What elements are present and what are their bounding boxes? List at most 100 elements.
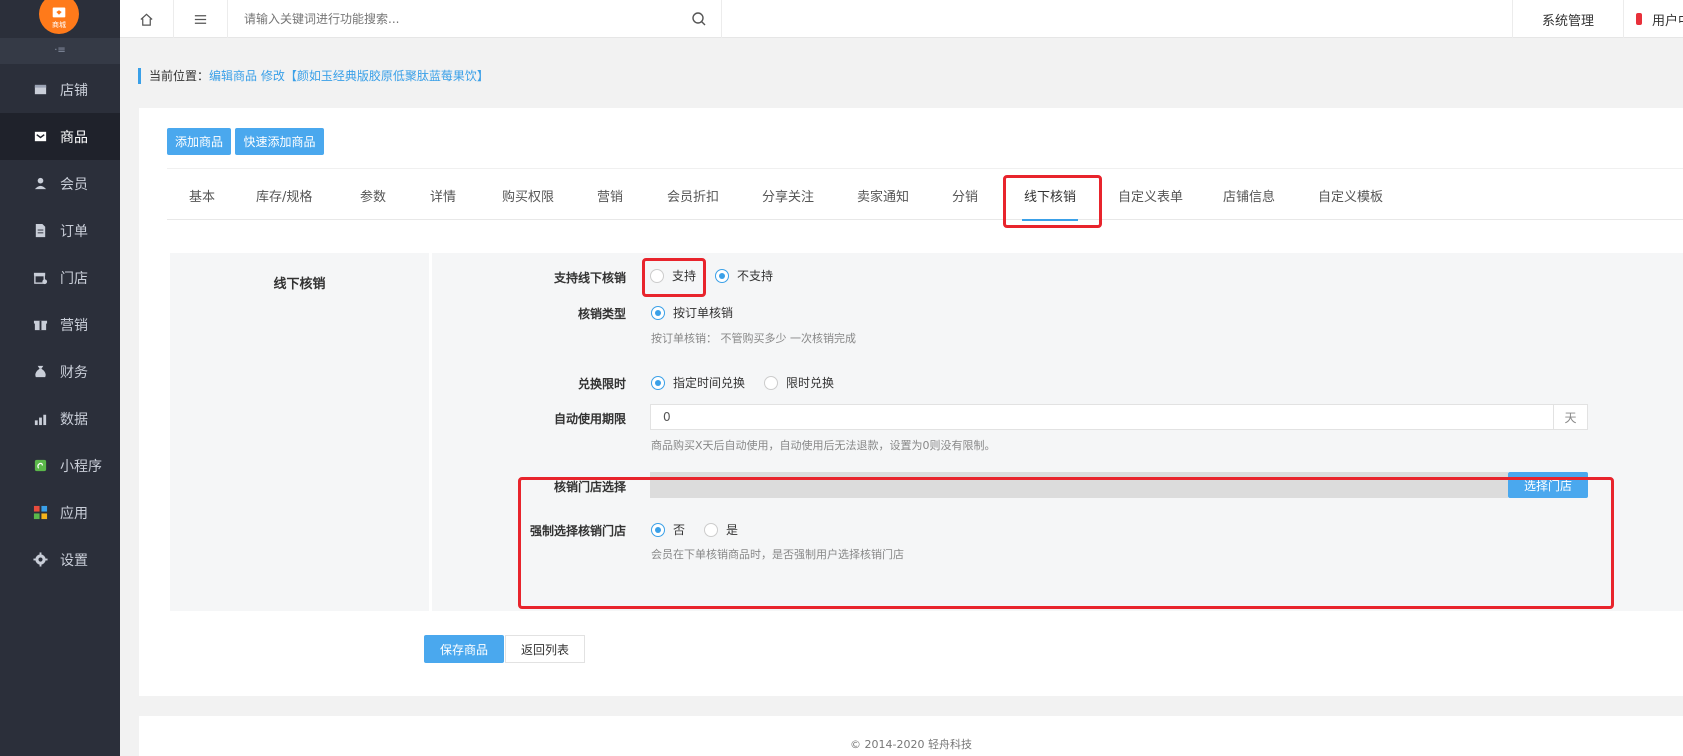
auto-use-input-group: 天 bbox=[650, 404, 1588, 430]
exchange-limited-time-radio[interactable]: 限时兑换 bbox=[764, 374, 834, 391]
quick-add-product-button[interactable]: 快速添加商品 bbox=[235, 128, 324, 155]
sidebar-item-label: 营销 bbox=[60, 317, 88, 334]
tab-bar: 基本 库存/规格 参数 详情 购买权限 营销 会员折扣 分享关注 卖家通知 分销… bbox=[167, 168, 1683, 221]
logo-text: 商城 bbox=[52, 21, 66, 29]
verify-by-order-radio[interactable]: 按订单核销 bbox=[651, 304, 733, 321]
sidebar-item-member[interactable]: 会员 bbox=[0, 160, 120, 207]
store-logo-icon bbox=[52, 7, 66, 18]
sidebar-item-label: 应用 bbox=[60, 505, 88, 522]
search-input[interactable] bbox=[228, 0, 668, 38]
sidebar-item-data[interactable]: 数据 bbox=[0, 395, 120, 442]
hamburger-icon bbox=[194, 14, 207, 24]
system-management-button[interactable]: 系统管理 bbox=[1512, 0, 1624, 38]
user-center-label: 用户中心 bbox=[1651, 13, 1683, 29]
tab-params[interactable]: 参数 bbox=[360, 169, 386, 221]
sidebar-fold-toggle[interactable]: ·≡ bbox=[0, 38, 120, 64]
apps-icon bbox=[32, 505, 48, 521]
tab-distribution[interactable]: 分销 bbox=[952, 169, 978, 221]
radio-label: 否 bbox=[673, 523, 686, 537]
tab-purchase-permission[interactable]: 购买权限 bbox=[502, 169, 554, 221]
sidebar-item-finance[interactable]: 财务 bbox=[0, 348, 120, 395]
support-label: 支持线下核销 bbox=[553, 271, 626, 285]
home-button[interactable] bbox=[120, 0, 174, 38]
store-select-field[interactable] bbox=[650, 472, 1508, 498]
store-icon bbox=[32, 82, 48, 98]
support-no-radio[interactable]: 不支持 bbox=[715, 267, 773, 284]
user-center-button[interactable]: 用户中心 bbox=[1624, 0, 1683, 38]
radio-label: 限时兑换 bbox=[786, 376, 835, 390]
sidebar-item-store[interactable]: 店铺 bbox=[0, 66, 120, 113]
sidebar-item-marketing[interactable]: 营销 bbox=[0, 301, 120, 348]
add-product-button[interactable]: 添加商品 bbox=[167, 128, 231, 155]
auto-use-days-input[interactable] bbox=[651, 405, 1553, 429]
radio-circle bbox=[715, 268, 729, 283]
tab-seller-notice[interactable]: 卖家通知 bbox=[857, 169, 909, 221]
gift-icon bbox=[32, 317, 48, 333]
radio-label: 是 bbox=[726, 523, 739, 537]
auto-use-label: 自动使用期限 bbox=[553, 412, 626, 426]
tab-member-discount[interactable]: 会员折扣 bbox=[667, 169, 719, 221]
tab-stock-spec[interactable]: 库存/规格 bbox=[256, 169, 312, 221]
sidebar-item-label: 店铺 bbox=[60, 82, 88, 99]
breadcrumb: 当前位置：编辑商品 修改【颜如玉经典版胶原低聚肽蓝莓果饮】 bbox=[138, 68, 489, 84]
verify-type-hint: 按订单核销： 不管购买多少 一次核销完成 bbox=[651, 332, 856, 345]
sidebar-item-shop[interactable]: 门店 bbox=[0, 254, 120, 301]
chart-icon bbox=[32, 411, 48, 427]
logo[interactable]: 商城 bbox=[39, 0, 79, 34]
radio-circle bbox=[651, 522, 665, 537]
tab-marketing[interactable]: 营销 bbox=[597, 169, 623, 221]
search-icon[interactable] bbox=[691, 11, 707, 27]
tab-details[interactable]: 详情 bbox=[430, 169, 456, 221]
tab-store-info[interactable]: 店铺信息 bbox=[1223, 169, 1275, 221]
tab-custom-template[interactable]: 自定义模板 bbox=[1318, 169, 1383, 221]
tab-share-follow[interactable]: 分享关注 bbox=[762, 169, 814, 221]
sidebar-item-label: 商品 bbox=[60, 129, 88, 146]
radio-circle bbox=[704, 522, 718, 537]
offline-verify-form: 线下核销 支持线下核销 支持 不支持 核销类型 按订单核销 按订单核销： 不管购… bbox=[170, 253, 1683, 611]
tab-offline-verify[interactable]: 线下核销 bbox=[1021, 169, 1079, 221]
breadcrumb-label: 当前位置： bbox=[149, 69, 210, 83]
sidebar-item-label: 设置 bbox=[60, 552, 88, 569]
money-bag-icon bbox=[32, 364, 48, 380]
mini-program-icon bbox=[32, 458, 48, 474]
search-box bbox=[228, 0, 722, 38]
main-card: 添加商品 快速添加商品 基本 库存/规格 参数 详情 购买权限 营销 会员折扣 … bbox=[139, 108, 1683, 696]
sidebar-item-label: 门店 bbox=[60, 270, 88, 287]
sidebar-item-settings[interactable]: 设置 bbox=[0, 536, 120, 583]
menu-toggle-button[interactable] bbox=[174, 0, 228, 38]
sidebar-item-product[interactable]: 商品 bbox=[0, 113, 120, 160]
days-unit: 天 bbox=[1553, 405, 1587, 429]
sidebar-item-mini-program[interactable]: 小程序 bbox=[0, 442, 120, 489]
exchange-fixed-time-radio[interactable]: 指定时间兑换 bbox=[651, 374, 745, 391]
home-icon bbox=[140, 13, 153, 26]
tab-basic[interactable]: 基本 bbox=[189, 169, 215, 221]
force-store-no-radio[interactable]: 否 bbox=[651, 521, 685, 538]
radio-label: 指定时间兑换 bbox=[673, 376, 746, 390]
save-product-button[interactable]: 保存商品 bbox=[424, 635, 504, 663]
radio-label: 不支持 bbox=[737, 269, 774, 283]
select-store-button[interactable]: 选择门店 bbox=[1508, 472, 1588, 498]
breadcrumb-path[interactable]: 编辑商品 修改【颜如玉经典版胶原低聚肽蓝莓果饮】 bbox=[209, 69, 489, 83]
force-store-hint: 会员在下单核销商品时，是否强制用户选择核销门店 bbox=[651, 548, 904, 561]
sidebar-item-order[interactable]: 订单 bbox=[0, 207, 120, 254]
radio-circle bbox=[764, 375, 778, 390]
verify-type-label: 核销类型 bbox=[577, 307, 626, 321]
radio-circle bbox=[650, 268, 664, 283]
support-yes-radio[interactable]: 支持 bbox=[650, 267, 696, 284]
exchange-limit-label: 兑换限时 bbox=[577, 377, 626, 391]
sidebar: 商城 ·≡ 店铺 商品 会员 订单 门店 营销 财务 数据 小程序 应用 设置 bbox=[0, 0, 120, 756]
radio-label: 按订单核销 bbox=[673, 306, 734, 320]
sidebar-item-apps[interactable]: 应用 bbox=[0, 489, 120, 536]
back-to-list-button[interactable]: 返回列表 bbox=[505, 635, 585, 663]
radio-circle bbox=[651, 305, 665, 320]
sidebar-item-label: 数据 bbox=[60, 411, 88, 428]
tab-custom-form[interactable]: 自定义表单 bbox=[1118, 169, 1183, 221]
gear-icon bbox=[32, 552, 48, 568]
topbar: 系统管理 用户中心 bbox=[120, 0, 1683, 38]
radio-label: 支持 bbox=[672, 269, 697, 283]
footer-copyright: © 2014-2020 轻舟科技 bbox=[139, 716, 1683, 756]
section-title: 线下核销 bbox=[170, 253, 432, 611]
sidebar-item-label: 小程序 bbox=[60, 458, 102, 475]
force-store-yes-radio[interactable]: 是 bbox=[704, 521, 738, 538]
sidebar-menu: 店铺 商品 会员 订单 门店 营销 财务 数据 小程序 应用 设置 bbox=[0, 66, 120, 583]
